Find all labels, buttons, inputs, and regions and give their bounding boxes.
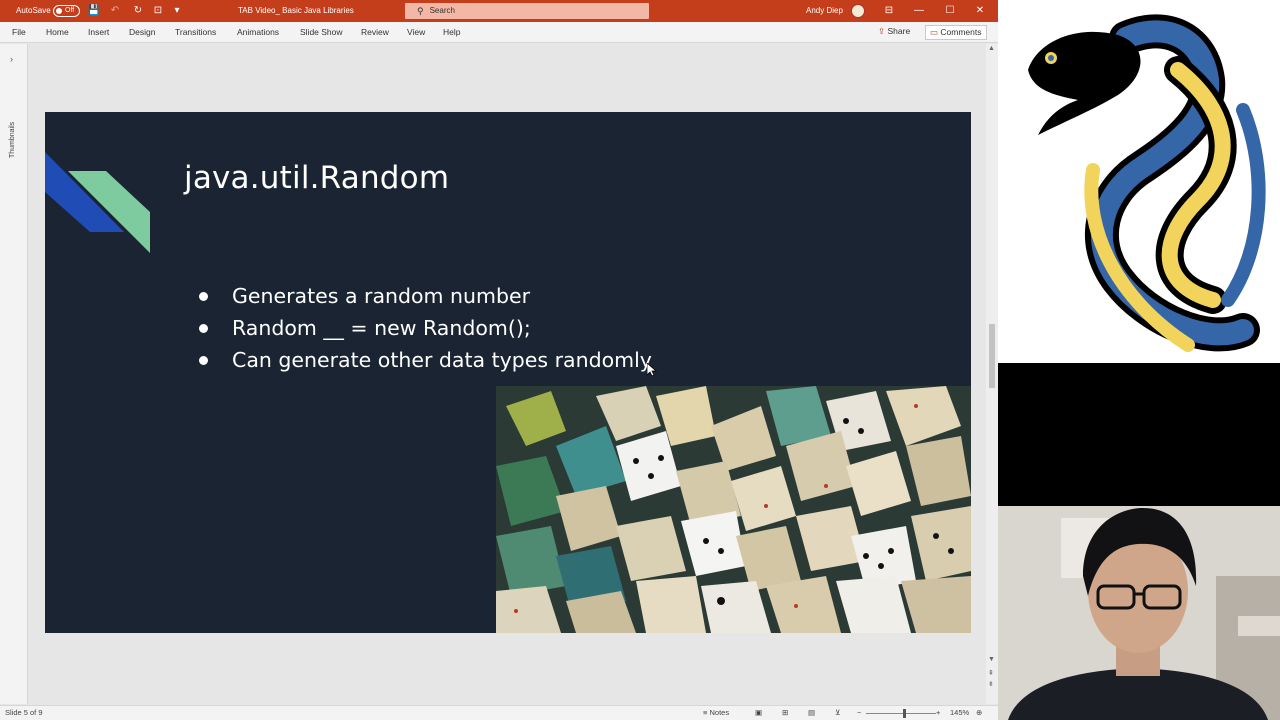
present-icon[interactable]: ⊡ bbox=[152, 0, 164, 22]
undo-icon[interactable]: ↶ bbox=[109, 0, 121, 22]
notes-button[interactable]: ≡ Notes bbox=[703, 706, 729, 720]
tab-home[interactable]: Home bbox=[46, 22, 69, 43]
presenter-video bbox=[998, 506, 1280, 720]
bullet-text: Random __ = new Random(); bbox=[232, 316, 531, 340]
bullet-icon bbox=[199, 324, 208, 333]
zoom-in-icon[interactable]: + bbox=[936, 706, 940, 720]
zoom-out-icon[interactable]: − bbox=[857, 706, 861, 720]
scrollbar-thumb[interactable] bbox=[989, 324, 995, 388]
comments-button[interactable]: ▭ Comments bbox=[925, 25, 987, 40]
scroll-down-icon[interactable]: ▼ bbox=[988, 656, 995, 663]
slide-counter: Slide 5 of 9 bbox=[5, 708, 43, 717]
tab-design[interactable]: Design bbox=[129, 22, 155, 43]
comment-icon: ▭ bbox=[930, 27, 939, 37]
redo-icon[interactable]: ↻ bbox=[132, 0, 144, 22]
zoom-level[interactable]: 145% bbox=[950, 706, 969, 720]
autosave-toggle[interactable]: Off bbox=[53, 5, 80, 17]
bullet-list[interactable]: Generates a random number Random __ = ne… bbox=[195, 280, 652, 376]
bullet-item: Random __ = new Random(); bbox=[195, 312, 652, 344]
thumbnails-pane-collapsed[interactable]: › Thumbnails bbox=[0, 44, 28, 704]
search-icon: ⚲ bbox=[417, 6, 424, 16]
user-name[interactable]: Andy Diep bbox=[806, 0, 843, 22]
slide-corner-decoration bbox=[45, 152, 150, 253]
previous-slide-icon[interactable]: ⇞ bbox=[988, 669, 994, 677]
zoom-slider-handle[interactable] bbox=[903, 709, 906, 718]
autosave-label: AutoSave bbox=[16, 6, 51, 15]
share-button[interactable]: ⇪ Share bbox=[874, 25, 914, 40]
bullet-text: Can generate other data types randomly bbox=[232, 348, 652, 372]
document-title: TAB Video_ Basic Java Libraries bbox=[238, 6, 354, 15]
mouse-cursor-icon bbox=[647, 363, 657, 377]
search-placeholder: Search bbox=[429, 6, 455, 15]
user-avatar[interactable] bbox=[851, 4, 865, 18]
webcam-feed bbox=[998, 506, 1280, 720]
fit-to-window-icon[interactable]: ⊕ bbox=[976, 706, 982, 720]
next-slide-icon[interactable]: ⇟ bbox=[988, 680, 994, 688]
channel-logo-panel bbox=[998, 0, 1280, 363]
minimize-icon[interactable]: — bbox=[909, 0, 929, 22]
tab-view[interactable]: View bbox=[407, 22, 425, 43]
dice-photo[interactable] bbox=[496, 386, 971, 633]
maximize-icon[interactable]: ☐ bbox=[940, 0, 960, 22]
comments-label: Comments bbox=[940, 27, 982, 37]
toggle-knob-icon bbox=[56, 8, 62, 14]
customize-toolbar-icon[interactable]: ▾ bbox=[171, 0, 183, 22]
bullet-icon bbox=[199, 292, 208, 301]
slide[interactable]: java.util.Random Generates a random numb… bbox=[45, 112, 971, 633]
notes-icon: ≡ bbox=[703, 708, 708, 717]
vertical-scrollbar[interactable]: ▲ ▼ ⇞ ⇟ bbox=[986, 44, 998, 704]
status-bar: Slide 5 of 9 ≡ Notes ▣ ⊞ ▤ ⊻ − + 145% ⊕ bbox=[0, 705, 998, 720]
notes-label: Notes bbox=[709, 708, 730, 717]
normal-view-icon[interactable]: ▣ bbox=[755, 706, 762, 720]
bullet-item: Generates a random number bbox=[195, 280, 652, 312]
slideshow-view-icon[interactable]: ⊻ bbox=[835, 706, 841, 720]
scroll-up-icon[interactable]: ▲ bbox=[988, 45, 995, 52]
slide-sorter-icon[interactable]: ⊞ bbox=[782, 706, 788, 720]
ribbon-tabs: File Home Insert Design Transitions Anim… bbox=[0, 22, 998, 43]
close-icon[interactable]: ✕ bbox=[970, 0, 990, 22]
slide-title[interactable]: java.util.Random bbox=[184, 160, 449, 196]
tab-slide-show[interactable]: Slide Show bbox=[300, 22, 343, 43]
save-icon[interactable]: 💾 bbox=[88, 0, 100, 22]
tab-help[interactable]: Help bbox=[443, 22, 460, 43]
search-box[interactable]: ⚲ Search bbox=[405, 3, 649, 19]
zoom-slider[interactable] bbox=[866, 713, 936, 714]
tab-file[interactable]: File bbox=[12, 22, 26, 43]
tab-insert[interactable]: Insert bbox=[88, 22, 109, 43]
bullet-icon bbox=[199, 356, 208, 365]
tab-transitions[interactable]: Transitions bbox=[175, 22, 216, 43]
share-icon: ⇪ bbox=[878, 26, 886, 36]
title-bar: AutoSave Off 💾 ↶ ↻ ⊡ ▾ TAB Video_ Basic … bbox=[0, 0, 998, 22]
bullet-item: Can generate other data types randomly bbox=[195, 344, 652, 376]
snake-logo bbox=[1028, 14, 1266, 352]
bullet-text: Generates a random number bbox=[232, 284, 531, 308]
share-label: Share bbox=[887, 26, 911, 36]
reading-view-icon[interactable]: ▤ bbox=[808, 706, 815, 720]
autosave-state: Off bbox=[65, 7, 75, 14]
thumbnails-label: Thumbnails bbox=[9, 121, 16, 158]
ribbon-display-options-icon[interactable]: ⊟ bbox=[879, 0, 899, 22]
tab-review[interactable]: Review bbox=[361, 22, 389, 43]
powerpoint-window: AutoSave Off 💾 ↶ ↻ ⊡ ▾ TAB Video_ Basic … bbox=[0, 0, 998, 720]
chevron-right-icon[interactable]: › bbox=[10, 54, 13, 64]
tab-animations[interactable]: Animations bbox=[237, 22, 279, 43]
